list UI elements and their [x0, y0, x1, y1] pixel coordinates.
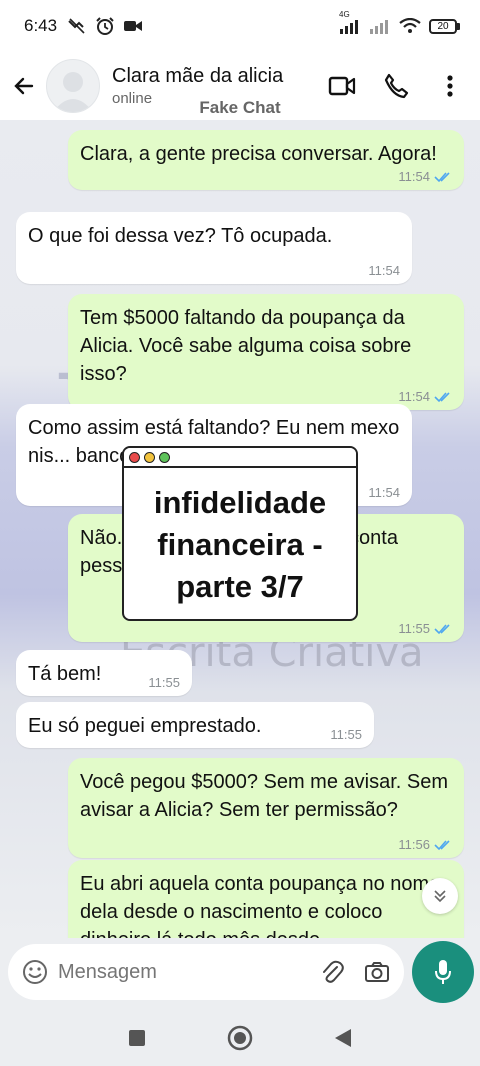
paperclip-icon[interactable]	[320, 959, 344, 985]
message-incoming[interactable]: O que foi dessa vez? Tô ocupada. 11:54	[16, 212, 412, 284]
video-recording-icon	[124, 21, 143, 31]
read-ticks-icon	[434, 392, 450, 403]
network-type-label: 4G	[339, 10, 350, 19]
message-text: Você pegou $5000? Sem me avisar. Sem avi…	[80, 771, 449, 821]
message-incoming[interactable]: Eu só peguei emprestado. 11:55	[16, 702, 374, 748]
message-input-pill[interactable]	[8, 944, 404, 1000]
composer	[0, 938, 480, 1010]
red-dot-icon	[129, 451, 140, 463]
emoji-icon[interactable]	[22, 959, 48, 985]
scroll-down-button[interactable]	[422, 878, 458, 914]
yellow-dot-icon	[144, 451, 155, 463]
back-button-icon[interactable]	[333, 1027, 353, 1049]
message-time: 11:55	[148, 675, 180, 690]
voice-message-button[interactable]	[412, 941, 474, 1003]
message-time: 11:56	[398, 837, 430, 852]
message-time: 11:54	[368, 485, 400, 500]
video-camera-icon	[328, 76, 356, 96]
overlay-title-line: infidelidade	[153, 485, 327, 520]
overlay-title-line: financeira -	[157, 527, 323, 562]
read-ticks-icon	[434, 172, 450, 183]
message-text: Eu só peguei emprestado.	[28, 715, 262, 737]
signal-icon: 4G	[339, 10, 361, 34]
message-input[interactable]	[58, 960, 298, 984]
overlay-title: infidelidade financeira - parte 3/7	[124, 468, 356, 608]
title-overlay-card: infidelidade financeira - parte 3/7	[122, 446, 358, 621]
contact-name: Clara mãe da alicia	[112, 65, 284, 87]
wifi-icon	[399, 18, 421, 33]
message-incoming[interactable]: Tá bem! 11:55	[16, 650, 192, 696]
home-button-icon[interactable]	[227, 1025, 253, 1051]
camera-icon[interactable]	[364, 961, 390, 983]
missed-call-icon	[68, 18, 85, 34]
microphone-icon	[435, 960, 451, 984]
app-watermark: Fake Chat	[199, 98, 281, 117]
chevrons-down-icon	[434, 890, 446, 903]
green-dot-icon	[159, 451, 170, 463]
message-outgoing[interactable]: Clara, a gente precisa conversar. Agora!…	[68, 130, 464, 190]
message-text: Tá bem!	[28, 663, 102, 685]
message-time: 11:54	[368, 263, 400, 278]
overlay-title-line: parte 3/7	[176, 569, 304, 604]
message-outgoing[interactable]: Você pegou $5000? Sem me avisar. Sem avi…	[68, 758, 464, 858]
message-text: Clara, a gente precisa conversar. Agora!	[80, 143, 437, 165]
message-outgoing[interactable]: Tem $5000 faltando da poupança da Alicia…	[68, 294, 464, 410]
message-outgoing[interactable]: Eu abri aquela conta poupança no nome de…	[68, 860, 464, 938]
status-bar: 6:43 4G 20	[0, 0, 480, 52]
message-time: 11:55	[398, 621, 430, 636]
alarm-icon	[96, 17, 114, 35]
battery-level: 20	[429, 18, 457, 34]
read-ticks-icon	[434, 840, 450, 851]
message-time: 11:54	[398, 389, 430, 404]
message-text: Eu abri aquela conta poupança no nome de…	[80, 873, 441, 938]
message-time: 11:54	[398, 169, 430, 184]
overlay-window-bar	[124, 448, 356, 468]
system-navigation-bar	[0, 1010, 480, 1066]
read-ticks-icon	[434, 624, 450, 635]
more-vertical-icon	[447, 75, 453, 97]
phone-icon	[384, 73, 409, 99]
battery-icon: 20	[429, 18, 460, 34]
arrow-left-icon	[14, 77, 34, 95]
signal-2-icon	[370, 20, 388, 34]
recents-button-icon[interactable]	[127, 1028, 147, 1048]
message-text: O que foi dessa vez? Tô ocupada.	[28, 225, 333, 247]
status-time: 6:43	[24, 16, 58, 35]
message-time: 11:55	[330, 727, 362, 742]
message-text: Tem $5000 faltando da poupança da Alicia…	[80, 307, 412, 385]
